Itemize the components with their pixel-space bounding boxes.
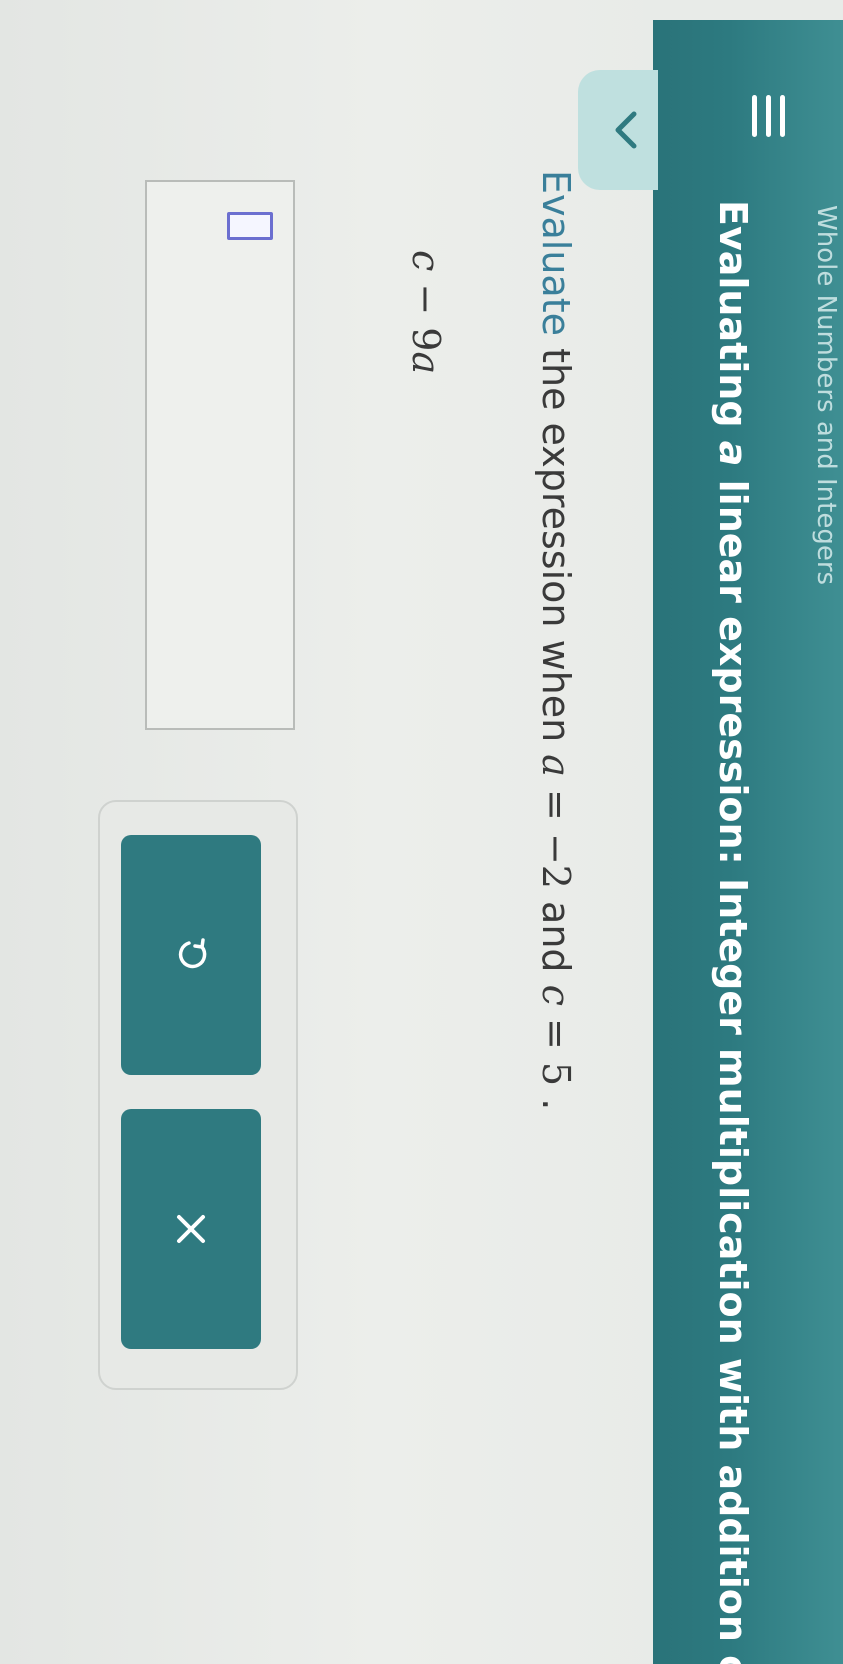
answer-entry-slot[interactable] [227,212,273,240]
answer-input[interactable] [145,180,295,730]
prompt-text: the expression when [534,336,578,755]
expression-operator: − 9 [404,271,448,352]
page-title: Evaluating a linear expression: Integer … [711,200,755,1664]
variable-c: c [534,984,578,1006]
prompt-period: . [534,1086,578,1111]
value-c: 5 [534,1061,578,1087]
undo-button[interactable] [121,835,261,1075]
expression-var-c: c [404,250,448,272]
collapse-tab-button[interactable] [578,70,658,190]
equals-sign-2: = [534,1005,578,1062]
title-prefix: Evaluating [711,200,755,441]
undo-icon [178,938,207,969]
chevron-down-icon [615,111,637,149]
clear-button[interactable] [121,1109,261,1349]
variable-a: a [534,754,578,777]
question-prompt: Evaluate the expression when a = −2 and … [534,170,578,1110]
expression-var-a: a [404,351,448,375]
value-a: −2 [534,832,578,889]
prompt-keyword: Evaluate [534,170,578,336]
header-bar: Whole Numbers and Integers Evaluating a … [643,0,843,1664]
action-button-panel [98,800,298,1390]
equals-sign-1: = [534,776,578,833]
app-screen: Whole Numbers and Integers Evaluating a … [0,0,843,1664]
math-expression: c − 9a [404,250,448,374]
hamburger-menu-icon[interactable] [749,95,785,137]
title-article: a [711,440,755,467]
close-icon [177,1215,205,1243]
topic-breadcrumb[interactable]: Whole Numbers and Integers [811,205,841,585]
prompt-and: and [534,888,578,985]
title-rest: linear expression: Integer multiplicatio… [711,466,755,1664]
